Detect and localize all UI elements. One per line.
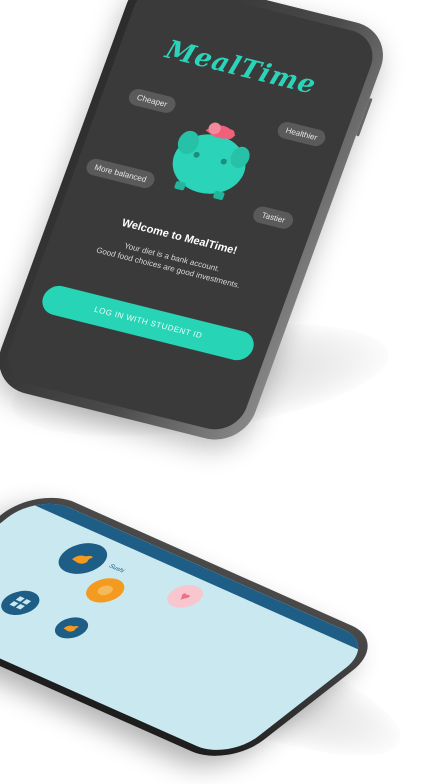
chicken-icon — [63, 625, 79, 632]
chicken-icon-button[interactable] — [48, 537, 118, 580]
benefit-healthier: Healthier — [275, 120, 328, 148]
heart-button[interactable]: ♥ — [159, 580, 211, 612]
benefit-tastier: Tastier — [251, 204, 296, 231]
orange-food-icon — [94, 583, 117, 597]
item-label-sushi: Sushi — [106, 563, 126, 575]
piggy-bank-illustration — [172, 122, 250, 200]
heart-icon: ♥ — [174, 589, 196, 604]
grid-icon — [9, 596, 32, 610]
side-bar — [0, 534, 5, 587]
grid-button[interactable] — [0, 586, 48, 620]
chicken-icon — [72, 555, 93, 564]
orange-food-button[interactable] — [78, 573, 133, 607]
chicken-small-button[interactable] — [48, 613, 95, 643]
side-button — [355, 97, 373, 137]
login-student-id-button[interactable]: LOG IN WITH STUDENT ID — [38, 282, 259, 364]
benefit-more-balanced: More balanced — [84, 157, 157, 190]
